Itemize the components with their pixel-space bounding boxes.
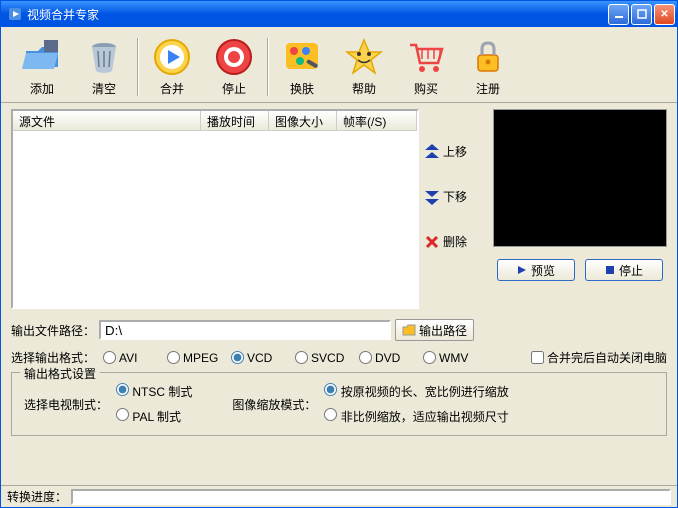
cart-icon — [405, 36, 447, 78]
move-up-button[interactable]: 上移 — [425, 143, 467, 160]
shutdown-checkbox[interactable]: 合并完后自动关闭电脑 — [531, 349, 667, 366]
trash-icon — [83, 36, 125, 78]
separator — [267, 38, 269, 96]
folder-small-icon — [402, 323, 416, 337]
format-vcd[interactable]: VCD — [231, 351, 293, 365]
star-icon — [343, 36, 385, 78]
help-button[interactable]: 帮助 — [333, 33, 395, 101]
add-button[interactable]: 添加 — [11, 33, 73, 101]
titlebar: 视频合并专家 ✕ — [1, 1, 677, 27]
format-dvd[interactable]: DVD — [359, 351, 421, 365]
scale-mode-label: 图像缩放模式： — [232, 396, 316, 413]
buy-button[interactable]: 购买 — [395, 33, 457, 101]
clear-button[interactable]: 清空 — [73, 33, 135, 101]
play-small-icon — [517, 265, 527, 275]
output-path-label: 输出文件路径： — [11, 322, 95, 339]
preview-stop-button[interactable]: 停止 — [585, 259, 663, 281]
tv-system-label: 选择电视制式： — [24, 396, 108, 413]
chevron-up-icon — [425, 144, 439, 160]
delete-button[interactable]: 删除 — [425, 233, 467, 250]
skin-button[interactable]: 换肤 — [271, 33, 333, 101]
file-table: 源文件 播放时间 图像大小 帧率(/S) — [11, 109, 419, 309]
move-down-button[interactable]: 下移 — [425, 188, 467, 205]
col-duration[interactable]: 播放时间 — [201, 111, 269, 130]
progress-bar — [71, 489, 671, 505]
preview-button[interactable]: 预览 — [497, 259, 575, 281]
format-settings-group: 输出格式设置 选择电视制式： NTSC 制式 PAL 制式 图像缩放模式： 按原… — [11, 372, 667, 436]
scale-proportional[interactable]: 按原视频的长、宽比例进行缩放 — [324, 383, 508, 400]
register-button[interactable]: 注册 — [457, 33, 519, 101]
maximize-button[interactable] — [631, 4, 652, 25]
format-avi[interactable]: AVI — [103, 351, 165, 365]
separator — [137, 38, 139, 96]
palette-icon — [281, 36, 323, 78]
minimize-button[interactable] — [608, 4, 629, 25]
format-svcd[interactable]: SVCD — [295, 351, 357, 365]
play-icon — [151, 36, 193, 78]
browse-button[interactable]: 输出路径 — [395, 319, 474, 341]
format-settings-legend: 输出格式设置 — [20, 365, 100, 382]
progress-label: 转换进度： — [7, 488, 67, 505]
output-path-input[interactable] — [99, 320, 391, 340]
stop-button[interactable]: 停止 — [203, 33, 265, 101]
toolbar: 添加 清空 合并 停止 换肤 帮助 购买 注册 — [1, 27, 677, 103]
table-body — [13, 131, 417, 307]
col-fps[interactable]: 帧率(/S) — [337, 111, 417, 130]
merge-button[interactable]: 合并 — [141, 33, 203, 101]
format-mpeg[interactable]: MPEG — [167, 351, 229, 365]
scale-nonproportional[interactable]: 非比例缩放，适应输出视频尺寸 — [324, 408, 508, 425]
close-button[interactable]: ✕ — [654, 4, 675, 25]
tv-ntsc[interactable]: NTSC 制式 — [116, 383, 192, 400]
output-format-label: 选择输出格式： — [11, 349, 95, 366]
col-size[interactable]: 图像大小 — [269, 111, 337, 130]
format-wmv[interactable]: WMV — [423, 351, 485, 365]
preview-panel — [493, 109, 667, 247]
lock-icon — [467, 36, 509, 78]
x-icon — [425, 235, 439, 249]
window-title: 视频合并专家 — [27, 6, 608, 23]
stop-small-icon — [605, 265, 615, 275]
col-source[interactable]: 源文件 — [13, 111, 201, 130]
tv-pal[interactable]: PAL 制式 — [116, 408, 192, 425]
app-icon — [7, 6, 23, 22]
stop-icon — [213, 36, 255, 78]
folder-icon — [21, 36, 63, 78]
chevron-down-icon — [425, 189, 439, 205]
